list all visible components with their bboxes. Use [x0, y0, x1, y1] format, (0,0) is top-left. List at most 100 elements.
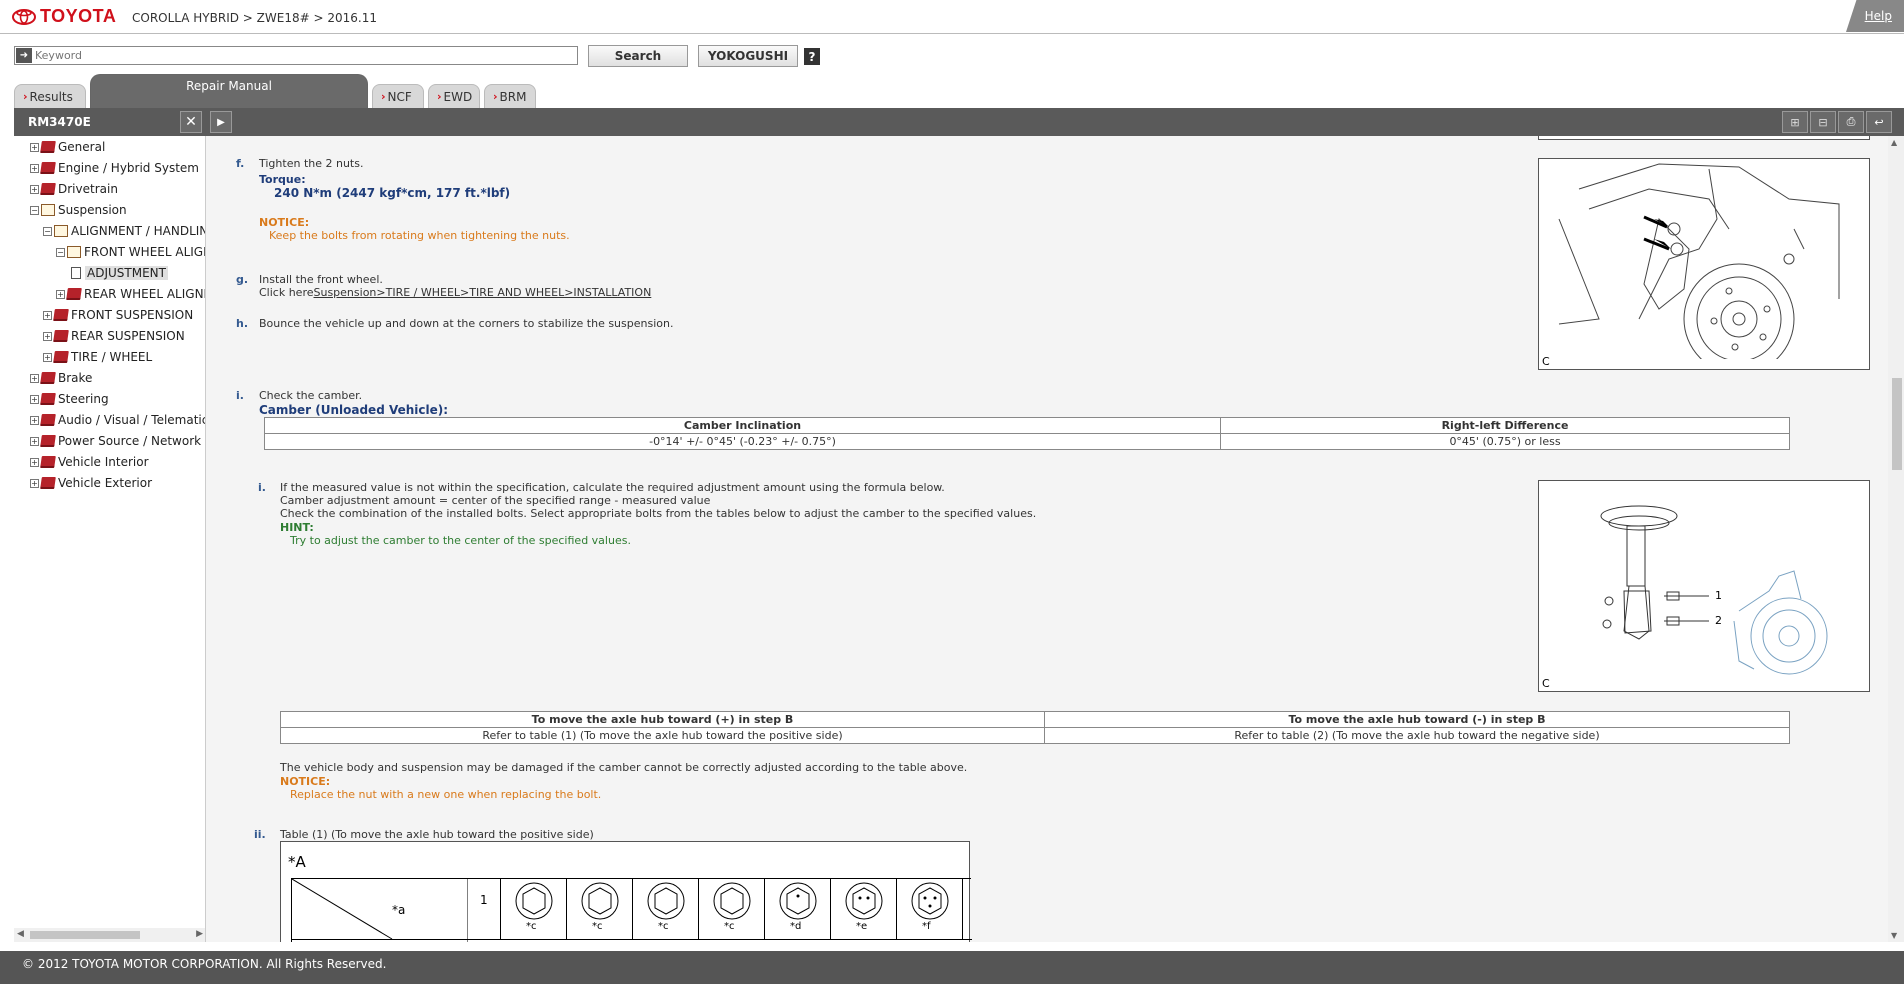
tree-label: Steering: [58, 392, 109, 406]
bolt-cell: *c: [633, 879, 699, 939]
tree-node-front-suspension[interactable]: + FRONT SUSPENSION: [43, 305, 193, 325]
tree-node-adjustment[interactable]: ADJUSTMENT: [69, 263, 168, 283]
tree-label: FRONT WHEEL ALIGNMENT: [84, 245, 205, 259]
tree-node-power-source[interactable]: + Power Source / Network: [30, 431, 201, 451]
tab-label: EWD: [443, 89, 473, 104]
tree-node-vehicle-exterior[interactable]: + Vehicle Exterior: [30, 473, 152, 493]
expand-icon[interactable]: +: [56, 289, 65, 299]
tab-label: NCF: [387, 89, 412, 104]
expand-icon[interactable]: +: [43, 310, 52, 320]
collapse-icon[interactable]: −: [43, 226, 52, 236]
print-icon: ⎙: [1846, 115, 1856, 128]
figure-caption: C: [1542, 355, 1550, 368]
back-button[interactable]: ↩: [1866, 111, 1892, 133]
collapse-icon[interactable]: −: [56, 247, 65, 257]
close-sidebar-button[interactable]: ✕: [180, 111, 202, 133]
toolbar-button-2[interactable]: ⊟: [1810, 111, 1836, 133]
help-link[interactable]: Help: [1865, 9, 1892, 23]
bolt-label: *c: [724, 921, 735, 932]
print-button[interactable]: ⎙: [1838, 111, 1864, 133]
expand-icon[interactable]: +: [30, 142, 39, 152]
tree-label: Audio / Visual / Telematics: [58, 413, 206, 427]
expand-icon[interactable]: +: [30, 415, 39, 425]
tree-label: Brake: [58, 371, 93, 385]
tab-ncf[interactable]: › NCF: [372, 84, 424, 108]
bolt-head-icon: [647, 882, 685, 920]
table-row: Refer to table (1) (To move the axle hub…: [280, 727, 1790, 744]
scroll-down-icon[interactable]: ▼: [1891, 931, 1897, 940]
collapse-icon[interactable]: −: [30, 205, 39, 215]
notice-text: Replace the nut with a new one when repl…: [290, 788, 602, 801]
tree-node-tire-wheel[interactable]: + TIRE / WHEEL: [43, 347, 152, 367]
tire-wheel-installation-link[interactable]: Suspension>TIRE / WHEEL>TIRE AND WHEEL>I…: [314, 286, 652, 299]
open-book-icon: [41, 204, 55, 216]
book-icon: [40, 393, 56, 405]
book-icon: [40, 456, 56, 468]
expand-icon[interactable]: +: [30, 373, 39, 383]
bolt-cell: *c: [699, 879, 765, 939]
bolt-label: *e: [856, 921, 868, 932]
tree-node-suspension[interactable]: − Suspension: [30, 200, 127, 220]
tree-node-vehicle-interior[interactable]: + Vehicle Interior: [30, 452, 149, 472]
expand-icon[interactable]: +: [43, 331, 52, 341]
toolbar-button-1[interactable]: ⊞: [1782, 111, 1808, 133]
tab-label: Repair Manual: [186, 78, 272, 93]
notice-label: NOTICE:: [280, 775, 331, 788]
scrollbar-thumb[interactable]: [30, 931, 140, 939]
sidebar-horizontal-scrollbar[interactable]: ◀ ▶: [14, 928, 205, 942]
tree-node-engine[interactable]: + Engine / Hybrid System: [30, 158, 199, 178]
tree-node-brake[interactable]: + Brake: [30, 368, 92, 388]
content-vertical-scrollbar[interactable]: ▲ ▼: [1888, 136, 1904, 942]
tree-node-front-wheel-alignment[interactable]: − FRONT WHEEL ALIGNMENT: [56, 242, 205, 262]
yokogushi-button[interactable]: YOKOGUSHI: [698, 45, 798, 67]
tab-repair-manual[interactable]: Repair Manual: [90, 74, 368, 108]
help-question-icon[interactable]: ?: [804, 48, 820, 65]
expand-icon[interactable]: +: [30, 163, 39, 173]
open-book-icon: [54, 225, 68, 237]
expand-icon[interactable]: +: [30, 394, 39, 404]
expand-icon[interactable]: +: [30, 478, 39, 488]
expand-icon[interactable]: +: [43, 352, 52, 362]
tree-node-alignment[interactable]: − ALIGNMENT / HANDLING: [43, 221, 205, 241]
header-bar: TOYOTA COROLLA HYBRID > ZWE18# > 2016.11…: [0, 0, 1904, 34]
row-number: 1: [480, 893, 488, 907]
footer-bar: © 2012 TOYOTA MOTOR CORPORATION. All Rig…: [0, 951, 1904, 984]
substep-letter: i.: [258, 481, 266, 494]
book-icon: [40, 162, 56, 174]
tree-node-steering[interactable]: + Steering: [30, 389, 109, 409]
scrollbar-thumb[interactable]: [1892, 378, 1902, 470]
copyright-text: © 2012 TOYOTA MOTOR CORPORATION. All Rig…: [22, 957, 387, 971]
breadcrumb: COROLLA HYBRID > ZWE18# > 2016.11: [132, 11, 377, 25]
tree-node-rear-wheel-alignment[interactable]: + REAR WHEEL ALIGNMENT: [56, 284, 205, 304]
expand-icon[interactable]: +: [30, 436, 39, 446]
scroll-up-icon[interactable]: ▲: [1891, 138, 1897, 147]
split-view-icon: ⊟: [1818, 115, 1828, 129]
book-icon: [40, 183, 56, 195]
tree-node-general[interactable]: + General: [30, 137, 105, 157]
step-letter: f.: [236, 157, 245, 170]
tab-bar: › Results Repair Manual › NCF › EWD › BRM: [0, 74, 1904, 108]
keyword-input[interactable]: [35, 49, 565, 62]
tab-results[interactable]: › Results: [14, 84, 86, 108]
step-letter: g.: [236, 273, 249, 286]
tree-node-rear-suspension[interactable]: + REAR SUSPENSION: [43, 326, 185, 346]
book-icon: [40, 435, 56, 447]
scroll-right-icon[interactable]: ▶: [196, 929, 203, 939]
tree-node-drivetrain[interactable]: + Drivetrain: [30, 179, 118, 199]
toyota-logo: TOYOTA: [12, 6, 116, 27]
hint-text: Try to adjust the camber to the center o…: [290, 534, 631, 547]
previous-figure-edge: [1538, 136, 1870, 140]
bolt-label: *c: [592, 921, 603, 932]
tree-node-audio-visual[interactable]: + Audio / Visual / Telematics: [30, 410, 206, 430]
bolt-label: *f: [922, 921, 931, 932]
scroll-left-icon[interactable]: ◀: [17, 929, 24, 939]
expand-sidebar-button[interactable]: ▶: [210, 111, 232, 133]
expand-icon[interactable]: +: [30, 457, 39, 467]
book-icon: [40, 372, 56, 384]
click-prefix: Click here: [259, 286, 314, 299]
search-button[interactable]: Search: [588, 45, 688, 67]
close-icon: ✕: [185, 114, 197, 130]
tab-ewd[interactable]: › EWD: [428, 84, 480, 108]
expand-icon[interactable]: +: [30, 184, 39, 194]
tab-brm[interactable]: › BRM: [484, 84, 536, 108]
